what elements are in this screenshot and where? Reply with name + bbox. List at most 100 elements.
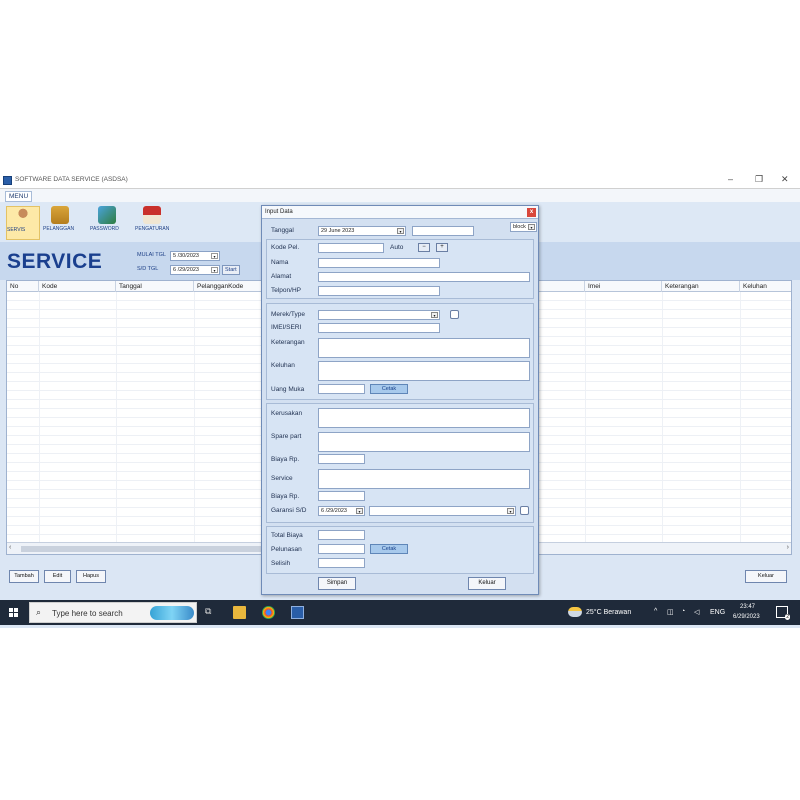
task-view-icon[interactable]: ⧉ bbox=[205, 606, 218, 619]
dialog-keluar-button[interactable]: Keluar bbox=[468, 577, 506, 590]
garansi-select[interactable]: ▾ bbox=[369, 506, 516, 516]
col-kode[interactable]: Kode bbox=[39, 281, 116, 292]
tanggal-extra-field[interactable] bbox=[412, 226, 474, 236]
col-blank[interactable] bbox=[539, 281, 585, 292]
menu-tab[interactable]: MENU bbox=[5, 191, 33, 202]
pelunasan-input[interactable] bbox=[318, 544, 365, 554]
start-button[interactable]: Start bbox=[222, 265, 240, 275]
tanggal-label: Tanggal bbox=[271, 227, 294, 234]
ribbon-servis[interactable]: SERVIS bbox=[6, 206, 40, 240]
chevron-down-icon[interactable]: ▾ bbox=[356, 508, 363, 514]
garansi-date-picker[interactable]: 6 /29/2023 ▾ bbox=[318, 506, 365, 516]
keterangan-input[interactable] bbox=[318, 338, 530, 358]
wifi-icon[interactable]: ◔ bbox=[681, 608, 685, 615]
sd-date-value: 6 /29/2023 bbox=[173, 267, 199, 273]
chevron-down-icon[interactable]: ▾ bbox=[211, 253, 218, 259]
block-select[interactable]: block ▾ bbox=[510, 222, 537, 232]
page-title: SERVICE bbox=[7, 250, 103, 273]
pelunasan-label: Pelunasan bbox=[271, 546, 302, 553]
chevron-down-icon[interactable]: ▾ bbox=[397, 228, 404, 234]
telpon-input[interactable] bbox=[318, 286, 440, 296]
mulai-label: MULAI TGL bbox=[137, 252, 166, 258]
nama-input[interactable] bbox=[318, 258, 440, 268]
sd-date-picker[interactable]: 6 /29/2023 ▾ bbox=[170, 265, 220, 275]
volume-icon[interactable]: ◁ bbox=[694, 608, 699, 616]
minimize-button[interactable]: – bbox=[728, 174, 733, 184]
merek-select[interactable]: ▾ bbox=[318, 310, 440, 320]
clock-date[interactable]: 6/29/2023 bbox=[733, 614, 760, 620]
garansi-label: Garansi S/D bbox=[271, 507, 307, 514]
keterangan-label: Keterangan bbox=[271, 339, 305, 346]
total-biaya-field bbox=[318, 530, 365, 540]
scroll-thumb[interactable] bbox=[21, 546, 271, 552]
tanggal-picker[interactable]: 29 June 2023 ▾ bbox=[318, 226, 406, 236]
simpan-button[interactable]: Simpan bbox=[318, 577, 356, 590]
ribbon-password[interactable]: PASSWORD bbox=[90, 206, 124, 240]
notification-icon[interactable]: 2 bbox=[776, 606, 790, 620]
taskbar-search[interactable]: ⌕ Type here to search bbox=[29, 602, 197, 623]
tambah-button[interactable]: Tambah bbox=[9, 570, 39, 583]
chrome-icon[interactable] bbox=[262, 606, 275, 619]
weather-icon[interactable] bbox=[568, 607, 582, 617]
col-pelanggankode[interactable]: PelangganKode bbox=[194, 281, 264, 292]
merek-checkbox[interactable] bbox=[450, 310, 459, 319]
spare-part-input[interactable] bbox=[318, 432, 530, 452]
telpon-label: Telpon/HP bbox=[271, 287, 301, 294]
alamat-label: Alamat bbox=[271, 273, 292, 280]
cetak-uang-muka-button[interactable]: Cetak bbox=[370, 384, 408, 394]
chevron-down-icon[interactable]: ▾ bbox=[528, 224, 535, 230]
scroll-left-icon[interactable]: ‹ bbox=[9, 544, 11, 551]
keluhan-input[interactable] bbox=[318, 361, 530, 381]
house-icon bbox=[143, 206, 161, 224]
network-icon[interactable]: ◫ bbox=[667, 608, 674, 616]
app-taskbar-icon[interactable] bbox=[291, 606, 304, 619]
cetak-pelunasan-button[interactable]: Cetak bbox=[370, 544, 408, 554]
col-imei[interactable]: Imei bbox=[585, 281, 662, 292]
uang-muka-input[interactable] bbox=[318, 384, 365, 394]
plus-button[interactable]: + bbox=[436, 243, 448, 252]
chevron-down-icon[interactable]: ▾ bbox=[507, 508, 514, 514]
ribbon-label: PELANGGAN bbox=[43, 226, 75, 232]
scroll-right-icon[interactable]: › bbox=[787, 544, 789, 551]
hapus-button[interactable]: Hapus bbox=[76, 570, 106, 583]
tray-chevron-up-icon[interactable]: ^ bbox=[654, 608, 657, 615]
alamat-input[interactable] bbox=[318, 272, 530, 282]
selisih-label: Selisih bbox=[271, 560, 291, 567]
col-tanggal[interactable]: Tanggal bbox=[116, 281, 194, 292]
clock-time[interactable]: 23:47 bbox=[740, 604, 755, 610]
kerusakan-input[interactable] bbox=[318, 408, 530, 428]
dialog-title-bar: Input Data x bbox=[262, 206, 538, 219]
kode-pel-input[interactable] bbox=[318, 243, 384, 253]
service-input[interactable] bbox=[318, 469, 530, 489]
menu-bar: MENU bbox=[0, 189, 800, 202]
col-keluhan[interactable]: Keluhan bbox=[740, 281, 791, 292]
weather-text[interactable]: 25°C Berawan bbox=[586, 609, 631, 616]
garansi-checkbox[interactable] bbox=[520, 506, 529, 515]
col-no[interactable]: No bbox=[7, 281, 39, 292]
chevron-down-icon[interactable]: ▾ bbox=[211, 267, 218, 273]
kerusakan-label: Kerusakan bbox=[271, 410, 303, 417]
person-icon bbox=[14, 207, 32, 225]
language-indicator[interactable]: ENG bbox=[710, 609, 725, 616]
nama-label: Nama bbox=[271, 259, 289, 266]
ribbon-pelanggan[interactable]: PELANGGAN bbox=[43, 206, 77, 240]
biaya-part-input[interactable] bbox=[318, 454, 365, 464]
col-keterangan[interactable]: Keterangan bbox=[662, 281, 740, 292]
maximize-button[interactable]: ❐ bbox=[755, 174, 763, 185]
edit-button[interactable]: Edit bbox=[44, 570, 71, 583]
windows-start-icon[interactable] bbox=[9, 608, 18, 617]
close-button[interactable]: ✕ bbox=[781, 174, 789, 185]
ribbon-pengaturan[interactable]: PENGATURAN bbox=[135, 206, 169, 240]
file-explorer-icon[interactable] bbox=[233, 606, 246, 619]
mulai-date-picker[interactable]: 5 /30/2023 ▾ bbox=[170, 251, 220, 261]
imei-input[interactable] bbox=[318, 323, 440, 333]
service-label: Service bbox=[271, 475, 293, 482]
chevron-down-icon[interactable]: ▾ bbox=[431, 312, 438, 318]
biaya-service-input[interactable] bbox=[318, 491, 365, 501]
auto-label: Auto bbox=[390, 244, 404, 251]
title-bar: SOFTWARE DATA SERVICE (ASDSA) – ❐ ✕ bbox=[0, 172, 800, 189]
mulai-date-value: 5 /30/2023 bbox=[173, 253, 199, 259]
dialog-close-button[interactable]: x bbox=[527, 208, 536, 217]
minus-button[interactable]: − bbox=[418, 243, 430, 252]
main-keluar-button[interactable]: Keluar bbox=[745, 570, 787, 583]
